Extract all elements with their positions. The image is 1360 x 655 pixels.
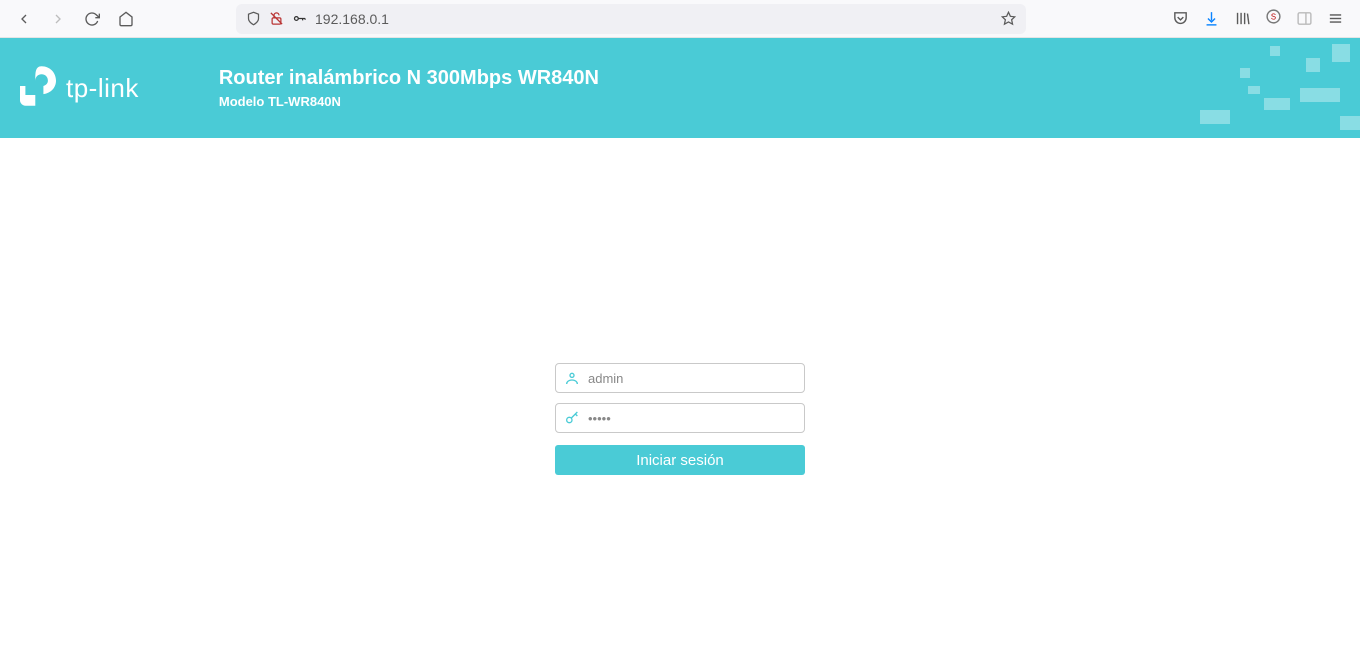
login-button[interactable]: Iniciar sesión	[555, 445, 805, 475]
library-icon[interactable]	[1234, 10, 1251, 27]
header-banner: tp-link Router inalámbrico N 300Mbps WR8…	[0, 38, 1360, 138]
url-text: 192.168.0.1	[315, 11, 389, 27]
home-button[interactable]	[112, 5, 140, 33]
login-form: Iniciar sesión	[0, 363, 1360, 475]
noscript-icon[interactable]: S	[1265, 8, 1282, 30]
key-icon	[292, 11, 307, 26]
address-bar[interactable]: 192.168.0.1	[236, 4, 1026, 34]
back-button[interactable]	[10, 5, 38, 33]
lock-crossed-icon	[269, 11, 284, 26]
bookmark-star-icon[interactable]	[1001, 11, 1016, 26]
password-key-icon	[564, 410, 580, 426]
pocket-icon[interactable]	[1172, 10, 1189, 27]
username-input[interactable]	[588, 371, 796, 386]
svg-text:S: S	[1271, 12, 1276, 21]
forward-button[interactable]	[44, 5, 72, 33]
tplink-logo-icon	[20, 66, 56, 111]
banner-decoration	[1140, 38, 1360, 138]
toolbar-right: S	[1172, 8, 1350, 30]
shield-icon	[246, 11, 261, 26]
brand-name: tp-link	[66, 73, 139, 104]
page-subtitle: Modelo TL-WR840N	[219, 94, 599, 109]
browser-toolbar: 192.168.0.1 S	[0, 0, 1360, 38]
menu-icon[interactable]	[1327, 10, 1344, 27]
downloads-icon[interactable]	[1203, 10, 1220, 27]
brand-logo: tp-link	[20, 66, 139, 111]
page-title: Router inalámbrico N 300Mbps WR840N	[219, 67, 599, 90]
user-icon	[564, 370, 580, 386]
reload-button[interactable]	[78, 5, 106, 33]
password-input[interactable]	[588, 411, 796, 426]
sidebar-icon[interactable]	[1296, 10, 1313, 27]
username-field-wrap	[555, 363, 805, 393]
password-field-wrap	[555, 403, 805, 433]
